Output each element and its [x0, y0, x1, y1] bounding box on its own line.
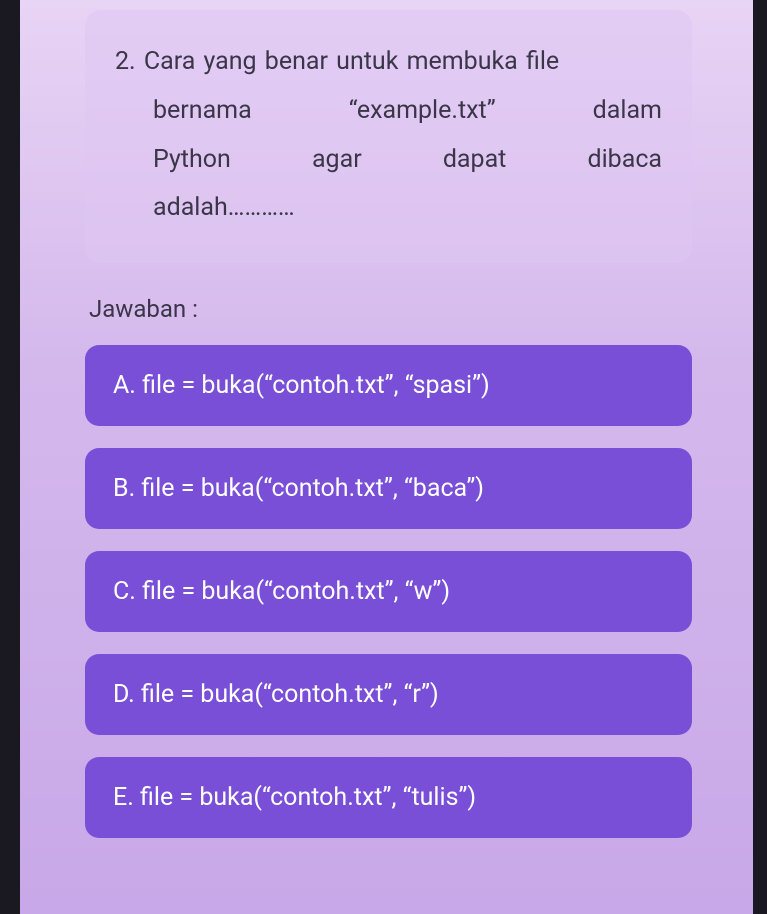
answer-text: file = buka(“contoh.txt”, “w”) [142, 577, 450, 606]
answer-letter: B. [113, 474, 135, 503]
question-word: “example.txt” [349, 87, 496, 136]
question-word: bernama [153, 87, 252, 136]
question-text: 2. Cara yang benar untuk membuka file be… [115, 38, 662, 233]
answer-letter: C. [113, 577, 136, 606]
quiz-content: 2. Cara yang benar untuk membuka file be… [25, 0, 742, 838]
question-line-1: 2. Cara yang benar untuk membuka file [115, 38, 662, 87]
answer-letter: A. [113, 371, 136, 400]
answer-option-c[interactable]: C. file = buka(“contoh.txt”, “w”) [85, 551, 692, 632]
question-word: dibaca [588, 136, 663, 185]
question-line-3: Python agar dapat dibaca [115, 136, 662, 185]
answer-option-e[interactable]: E. file = buka(“contoh.txt”, “tulis”) [85, 757, 692, 838]
question-line-2: bernama “example.txt” dalam [115, 87, 662, 136]
answer-option-d[interactable]: D. file = buka(“contoh.txt”, “r”) [85, 654, 692, 735]
answer-text: file = buka(“contoh.txt”, “baca”) [141, 474, 484, 503]
question-line-4: adalah………… [115, 184, 662, 233]
answer-option-a[interactable]: A. file = buka(“contoh.txt”, “spasi”) [85, 345, 692, 426]
question-card: 2. Cara yang benar untuk membuka file be… [85, 10, 692, 263]
answer-text: file = buka(“contoh.txt”, “tulis”) [140, 783, 476, 812]
phone-frame-right [753, 0, 767, 914]
answers-label: Jawaban : [85, 295, 692, 323]
question-word: dapat [443, 136, 507, 185]
answer-option-b[interactable]: B. file = buka(“contoh.txt”, “baca”) [85, 448, 692, 529]
answer-text: file = buka(“contoh.txt”, “spasi”) [142, 371, 490, 400]
answer-text: file = buka(“contoh.txt”, “r”) [141, 680, 439, 709]
question-word: dalam [593, 87, 662, 136]
question-word: Python [153, 136, 231, 185]
question-word: agar [312, 136, 362, 185]
phone-frame-left [0, 0, 20, 914]
answer-letter: D. [113, 680, 135, 709]
answer-letter: E. [113, 783, 134, 812]
